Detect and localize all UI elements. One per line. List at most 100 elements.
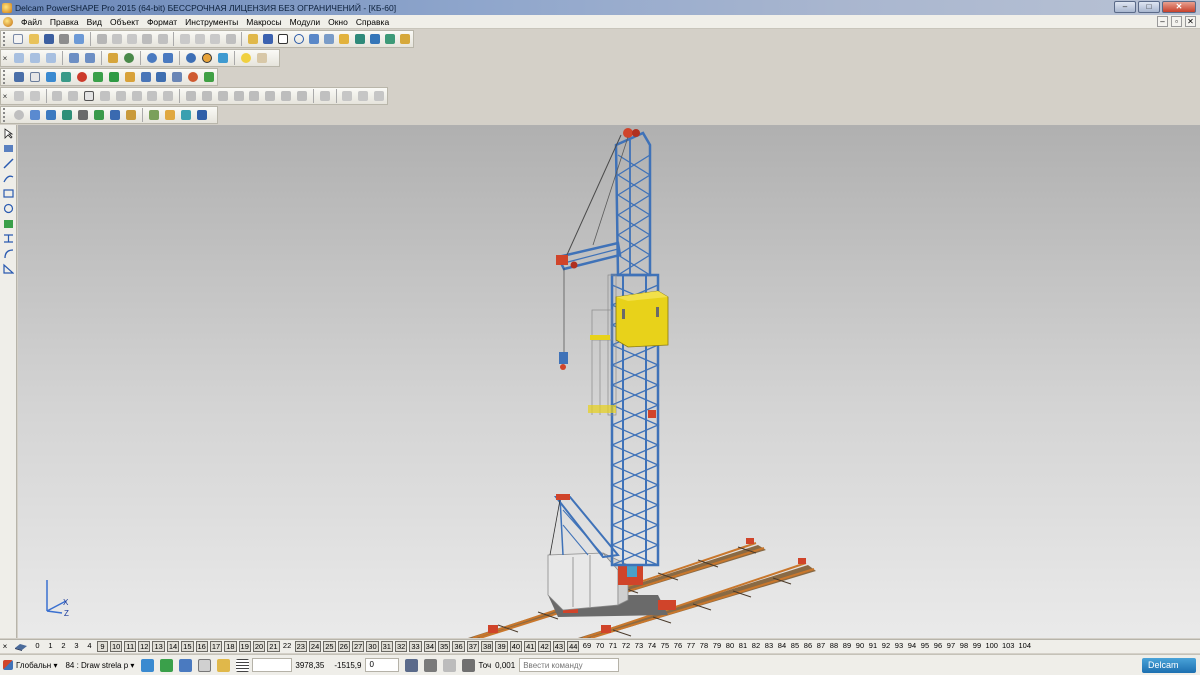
maximize-button[interactable]: □ bbox=[1138, 1, 1160, 13]
hand-icon[interactable] bbox=[255, 51, 269, 65]
level-2[interactable]: 2 bbox=[58, 641, 69, 652]
view-front-icon[interactable] bbox=[12, 51, 26, 65]
level-69[interactable]: 69 bbox=[581, 641, 592, 652]
shape-teal-icon[interactable] bbox=[59, 70, 73, 84]
view-top-icon[interactable] bbox=[44, 51, 58, 65]
redo-icon[interactable] bbox=[193, 32, 206, 46]
save-icon[interactable] bbox=[42, 32, 55, 46]
menu-view[interactable]: Вид bbox=[83, 17, 106, 27]
blend-icon[interactable] bbox=[12, 89, 26, 103]
toolbar-grip[interactable] bbox=[3, 70, 9, 84]
offset-icon[interactable] bbox=[146, 89, 160, 103]
toolbar-close-icon[interactable]: × bbox=[1, 92, 9, 101]
measure-icon[interactable] bbox=[224, 32, 237, 46]
level-74[interactable]: 74 bbox=[646, 641, 657, 652]
sphere-icon[interactable] bbox=[75, 70, 89, 84]
link-icon[interactable] bbox=[322, 32, 335, 46]
repeat-icon[interactable] bbox=[209, 32, 222, 46]
level-97[interactable]: 97 bbox=[945, 641, 956, 652]
assembly-icon[interactable] bbox=[124, 108, 138, 122]
level-70[interactable]: 70 bbox=[594, 641, 605, 652]
solid-op1-icon[interactable] bbox=[184, 89, 198, 103]
box-icon[interactable] bbox=[123, 70, 137, 84]
level-25[interactable]: 25 bbox=[323, 641, 336, 652]
die-icon[interactable] bbox=[195, 108, 209, 122]
level-96[interactable]: 96 bbox=[932, 641, 943, 652]
document-icon[interactable] bbox=[3, 16, 13, 27]
level-73[interactable]: 73 bbox=[633, 641, 644, 652]
level-99[interactable]: 99 bbox=[971, 641, 982, 652]
level-100[interactable]: 100 bbox=[984, 641, 999, 652]
select-icon[interactable] bbox=[277, 32, 290, 46]
level-87[interactable]: 87 bbox=[815, 641, 826, 652]
level-34[interactable]: 34 bbox=[423, 641, 437, 652]
level-17[interactable]: 17 bbox=[209, 641, 223, 652]
level-18[interactable]: 18 bbox=[224, 641, 237, 652]
delete-icon[interactable] bbox=[156, 32, 169, 46]
level-24[interactable]: 24 bbox=[308, 641, 322, 652]
calculator-icon[interactable] bbox=[424, 658, 438, 672]
trash-icon[interactable] bbox=[462, 658, 476, 672]
stretch-icon[interactable] bbox=[161, 89, 175, 103]
solid-op8-icon[interactable] bbox=[295, 89, 309, 103]
menu-modules[interactable]: Модули bbox=[286, 17, 324, 27]
solid-op6-icon[interactable] bbox=[263, 89, 277, 103]
level-22[interactable]: 22 bbox=[282, 641, 293, 652]
move-icon[interactable] bbox=[66, 89, 80, 103]
view-iso2-icon[interactable] bbox=[83, 51, 97, 65]
select-wireframe-icon[interactable] bbox=[198, 658, 212, 672]
solid-blue-icon[interactable] bbox=[108, 108, 122, 122]
level-79[interactable]: 79 bbox=[711, 641, 722, 652]
copy-object-icon[interactable] bbox=[98, 89, 112, 103]
workplane-icon[interactable] bbox=[261, 32, 274, 46]
level-44[interactable]: 44 bbox=[567, 641, 580, 652]
coordinate-blank-field[interactable] bbox=[252, 658, 293, 672]
arrow-green-icon[interactable] bbox=[107, 70, 121, 84]
keypad-icon[interactable] bbox=[405, 658, 419, 672]
zoom-box-icon[interactable] bbox=[161, 51, 175, 65]
menu-help[interactable]: Справка bbox=[352, 17, 393, 27]
level-88[interactable]: 88 bbox=[828, 641, 839, 652]
list-icon[interactable] bbox=[12, 70, 26, 84]
level-43[interactable]: 43 bbox=[552, 641, 566, 652]
cut-icon[interactable] bbox=[95, 32, 108, 46]
level-38[interactable]: 38 bbox=[481, 641, 494, 652]
shape-blue-icon[interactable] bbox=[44, 70, 58, 84]
mesh-icon[interactable] bbox=[383, 32, 396, 46]
shaded-active-icon[interactable] bbox=[200, 51, 214, 65]
toolbar-grip[interactable] bbox=[3, 108, 9, 122]
level-select[interactable]: 84 : Draw strela p ▾ bbox=[65, 661, 134, 670]
circle-tool-icon[interactable] bbox=[2, 202, 15, 215]
wireframe-icon[interactable] bbox=[216, 51, 230, 65]
tools-icon[interactable] bbox=[399, 32, 412, 46]
frame-icon[interactable] bbox=[139, 70, 153, 84]
workplane-tool-icon[interactable] bbox=[2, 142, 15, 155]
graphics-viewport[interactable]: X Z bbox=[18, 125, 1200, 638]
solid-teal-icon[interactable] bbox=[60, 108, 74, 122]
surface-grey-icon[interactable] bbox=[12, 108, 26, 122]
level-75[interactable]: 75 bbox=[659, 641, 670, 652]
workplane-select[interactable]: Глобальн ▾ bbox=[16, 661, 57, 670]
print-icon[interactable] bbox=[58, 32, 71, 46]
mirror-icon[interactable] bbox=[51, 89, 65, 103]
pen-icon[interactable] bbox=[338, 32, 351, 46]
level-39[interactable]: 39 bbox=[495, 641, 508, 652]
line-tool-icon[interactable] bbox=[2, 157, 15, 170]
solid-icon[interactable] bbox=[353, 32, 366, 46]
close-button[interactable]: ✕ bbox=[1162, 1, 1196, 13]
level-90[interactable]: 90 bbox=[854, 641, 865, 652]
level-1[interactable]: 1 bbox=[45, 641, 56, 652]
levels-close-icon[interactable]: × bbox=[0, 642, 10, 651]
coordinate-z[interactable]: 0 bbox=[365, 658, 400, 672]
refresh-icon[interactable] bbox=[202, 70, 216, 84]
level-98[interactable]: 98 bbox=[958, 641, 969, 652]
level-42[interactable]: 42 bbox=[538, 641, 551, 652]
solid-op2-icon[interactable] bbox=[200, 89, 214, 103]
level-83[interactable]: 83 bbox=[763, 641, 774, 652]
levels-icon[interactable] bbox=[14, 642, 28, 652]
box-select-icon[interactable] bbox=[82, 89, 96, 103]
level-76[interactable]: 76 bbox=[672, 641, 683, 652]
gear-icon[interactable] bbox=[186, 70, 200, 84]
level-78[interactable]: 78 bbox=[698, 641, 709, 652]
toolbar-grip[interactable] bbox=[3, 32, 9, 46]
